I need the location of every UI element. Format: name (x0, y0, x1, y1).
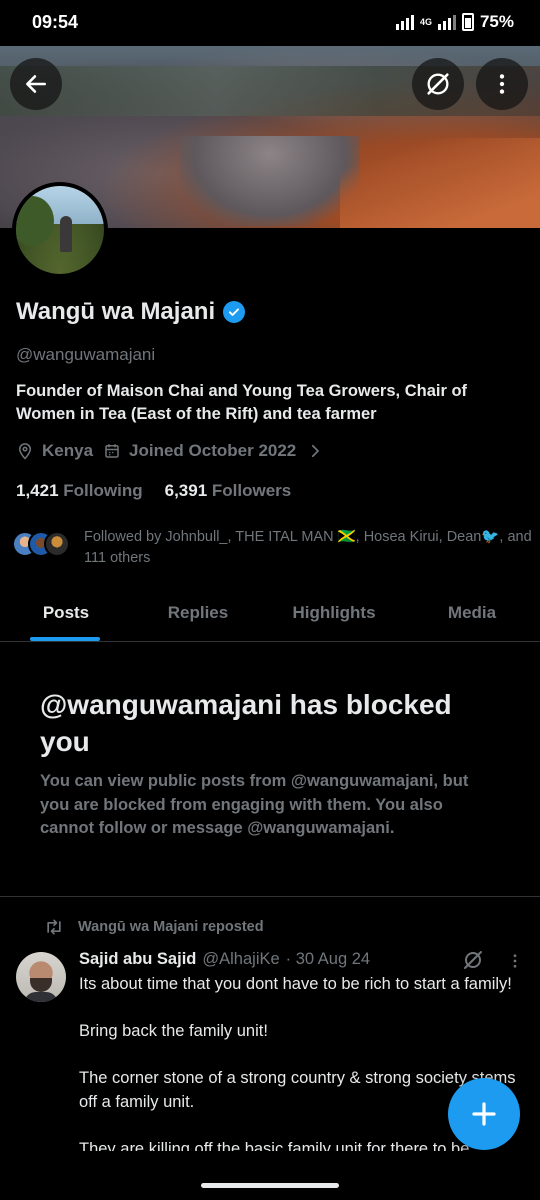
repost-context[interactable]: Wangū wa Majani reposted (44, 918, 264, 936)
battery-percent: 75% (479, 12, 514, 31)
home-indicator[interactable] (201, 1183, 339, 1188)
blocked-message: You can view public posts from @wanguwam… (40, 772, 469, 837)
verified-badge-icon[interactable] (223, 301, 246, 323)
followers-label: Followers (211, 481, 292, 500)
profile-handle: @wanguwamajani (16, 345, 156, 364)
profile-bio: Founder of Maison Chai and Young Tea Gro… (16, 382, 468, 423)
cell-signal-icon (437, 14, 456, 30)
more-vertical-icon (499, 74, 505, 94)
repost-label: Wangū wa Majani reposted (78, 919, 264, 935)
post-paragraph: They are killing off the basic family un… (79, 1139, 470, 1151)
profile-meta: Kenya Joined October 2022 (16, 441, 324, 461)
tab-media[interactable]: Media (404, 590, 540, 641)
profile-joined: Joined October 2022 (103, 441, 296, 461)
following-link[interactable]: 1,421 Following (16, 481, 143, 501)
avatar-person (60, 216, 72, 252)
profile-name-row: Wangū wa Majani (16, 298, 246, 326)
banner-landscape-rock (180, 136, 360, 226)
location-pin-icon (18, 443, 32, 460)
tab-posts-label: Posts (42, 603, 90, 622)
post-author-name[interactable]: Sajid abu Sajid (79, 950, 196, 969)
compose-post-button[interactable] (448, 1078, 520, 1150)
battery-icon (461, 13, 474, 31)
post-paragraph: Its about time that you dont have to be … (79, 975, 512, 993)
tab-highlights[interactable]: Highlights (264, 590, 404, 641)
tab-replies[interactable]: Replies (132, 590, 264, 641)
avatar-shirt (24, 992, 58, 1002)
following-label: Following (63, 481, 143, 500)
followed-by-text: Followed by Johnbull_, THE ITAL MAN 🇯🇲, … (84, 529, 532, 566)
tab-media-label: Media (447, 603, 497, 622)
followers-count: 6,391 (164, 481, 208, 500)
divider (0, 896, 540, 897)
post-header: Sajid abu Sajid @AlhajiKe · 30 Aug 24 (79, 950, 459, 969)
grok-icon (464, 951, 482, 969)
grok-button[interactable] (412, 58, 464, 110)
joined-text: Joined October 2022 (129, 441, 297, 460)
wifi-signal-icon (395, 14, 414, 30)
more-options-button[interactable] (476, 58, 528, 110)
chevron-right-icon[interactable] (306, 442, 324, 460)
avatar-beard (30, 978, 52, 992)
plus-icon (472, 1102, 496, 1126)
profile-tabs: Posts Replies Highlights Media (0, 590, 540, 642)
back-button[interactable] (10, 58, 62, 110)
post-author-avatar[interactable] (16, 952, 66, 1002)
post-paragraph: Bring back the family unit! (79, 1022, 268, 1040)
location-text: Kenya (42, 441, 94, 460)
profile-name: Wangū wa Majani (16, 298, 216, 325)
post-date[interactable]: · 30 Aug 24 (286, 950, 370, 969)
tab-highlights-label: Highlights (292, 603, 376, 622)
followers-link[interactable]: 6,391 Followers (165, 481, 292, 501)
avatar-tree (16, 196, 54, 246)
active-tab-indicator (30, 637, 100, 641)
profile-avatar[interactable] (12, 182, 108, 278)
status-indicators: 4G 75% (395, 12, 514, 32)
status-time: 09:54 (32, 12, 79, 32)
post-text[interactable]: Its about time that you dont have to be … (79, 973, 519, 1174)
tab-posts[interactable]: Posts (0, 590, 132, 641)
calendar-icon (105, 444, 119, 458)
follower-avatars (12, 527, 76, 559)
more-vertical-icon (513, 954, 517, 968)
grok-icon (427, 73, 449, 95)
profile-location: Kenya (16, 441, 93, 461)
banner-landscape-soil (340, 138, 540, 228)
arrow-left-icon (26, 75, 46, 93)
following-count: 1,421 (16, 481, 59, 500)
repost-icon (47, 919, 61, 935)
follow-counts: 1,421 Following 6,391 Followers (16, 481, 291, 501)
status-bar: 09:54 4G 75% (0, 0, 540, 46)
tab-replies-label: Replies (167, 603, 229, 622)
blocked-title: @wanguwamajani has blocked you (40, 689, 452, 757)
network-type: 4G (419, 17, 432, 27)
followed-by[interactable]: Followed by Johnbull_, THE ITAL MAN 🇯🇲, … (12, 527, 532, 569)
post-author-handle[interactable]: @AlhajiKe (202, 950, 279, 969)
follower-avatar (44, 531, 70, 557)
